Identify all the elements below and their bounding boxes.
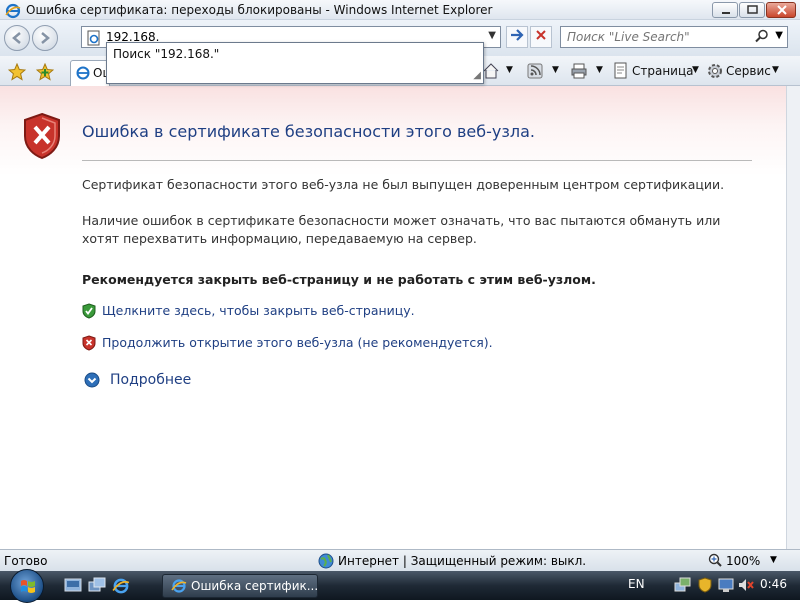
- maximize-button[interactable]: [739, 2, 765, 18]
- title-bar[interactable]: Ошибка сертификата: переходы блокированы…: [0, 0, 800, 20]
- more-information-toggle[interactable]: Подробнее: [84, 372, 191, 392]
- error-title: Ошибка в сертификате безопасности этого …: [82, 122, 535, 141]
- ie-quicklaunch-icon[interactable]: [112, 577, 130, 598]
- stop-button[interactable]: [530, 26, 552, 48]
- close-page-link-label[interactable]: Щелкните здесь, чтобы закрыть веб-страни…: [102, 303, 415, 318]
- page-menu-button[interactable]: Страница ▼: [612, 62, 702, 80]
- red-shield-icon: [82, 335, 96, 351]
- tab-page-icon: [75, 65, 91, 84]
- back-button[interactable]: [4, 25, 30, 51]
- resize-grip-icon[interactable]: ◢: [473, 70, 481, 81]
- error-explanation: Наличие ошибок в сертификате безопасност…: [82, 213, 721, 246]
- windows-logo-icon: [21, 580, 35, 593]
- error-shield-icon: [22, 112, 62, 163]
- autocomplete-item[interactable]: Поиск "192.168.": [113, 47, 219, 61]
- zoom-control[interactable]: 100% ▼: [708, 553, 777, 570]
- continue-site-link-label[interactable]: Продолжить открытие этого веб-узла (не р…: [102, 335, 493, 350]
- expand-chevron-icon: [84, 372, 100, 388]
- status-text: Готово: [4, 554, 48, 568]
- print-button[interactable]: ▼: [570, 62, 608, 80]
- home-button[interactable]: ▼: [482, 62, 518, 80]
- zoom-icon: [708, 553, 722, 567]
- favorites-star-icon[interactable]: [7, 62, 27, 84]
- error-description: Сертификат безопасности этого веб-узла н…: [82, 177, 725, 192]
- page-content: Ошибка в сертификате безопасности этого …: [0, 86, 786, 549]
- security-tray-icon[interactable]: [697, 577, 713, 596]
- network-tray-icon[interactable]: [674, 577, 692, 596]
- page-menu-icon: [614, 62, 627, 79]
- security-zone-label: Интернет | Защищенный режим: выкл.: [338, 554, 587, 568]
- divider: [82, 160, 752, 161]
- tools-menu-button[interactable]: Сервис ▼: [706, 62, 790, 80]
- search-input[interactable]: [565, 29, 755, 45]
- show-desktop-icon[interactable]: [64, 577, 82, 596]
- search-icon[interactable]: [755, 29, 769, 46]
- continue-site-link[interactable]: Продолжить открытие этого веб-узла (не р…: [82, 335, 493, 354]
- green-shield-icon: [82, 303, 96, 319]
- close-window-button[interactable]: [766, 2, 796, 18]
- search-box[interactable]: ▼: [560, 26, 788, 48]
- switch-windows-icon[interactable]: [88, 577, 106, 596]
- taskbar-window-label: Ошибка сертифик...: [191, 579, 319, 593]
- start-button[interactable]: [10, 569, 44, 603]
- search-dropdown-icon[interactable]: ▼: [775, 30, 783, 41]
- tab-current[interactable]: Ошибка сертификата: переходы блокированы: [70, 60, 110, 86]
- clock[interactable]: 0:46: [760, 577, 787, 591]
- close-page-link[interactable]: Щелкните здесь, чтобы закрыть веб-страни…: [82, 303, 415, 322]
- autocomplete-dropdown: Поиск "192.168." ◢: [106, 42, 484, 84]
- security-zone[interactable]: Интернет | Защищенный режим: выкл.: [318, 553, 586, 572]
- globe-icon: [318, 553, 334, 569]
- forward-button[interactable]: [32, 25, 58, 51]
- page-menu-label: Страница: [632, 64, 694, 78]
- zoom-dropdown-icon[interactable]: ▼: [770, 555, 777, 565]
- recommendation-text: Рекомендуется закрыть веб-страницу и не …: [82, 272, 596, 287]
- page-icon: [86, 30, 102, 49]
- volume-muted-icon[interactable]: [737, 577, 755, 596]
- go-button[interactable]: [506, 26, 528, 48]
- status-bar: Готово Интернет | Защищенный режим: выкл…: [0, 549, 800, 571]
- tools-menu-label: Сервис: [726, 64, 771, 78]
- taskbar: Ошибка сертифик... EN 0:46: [0, 569, 800, 603]
- taskbar-ie-icon: [171, 578, 187, 597]
- feeds-button[interactable]: ▼: [526, 62, 566, 80]
- minimize-button[interactable]: [712, 2, 738, 18]
- display-tray-icon[interactable]: [718, 577, 734, 596]
- gear-icon: [708, 64, 722, 78]
- address-dropdown-icon[interactable]: ▼: [488, 30, 496, 41]
- window-title: Ошибка сертификата: переходы блокированы…: [26, 3, 493, 17]
- more-information-label[interactable]: Подробнее: [110, 372, 191, 388]
- add-favorites-icon[interactable]: [35, 62, 55, 84]
- language-indicator[interactable]: EN: [628, 577, 645, 591]
- taskbar-window-button[interactable]: Ошибка сертифик...: [162, 574, 318, 598]
- zoom-level: 100%: [726, 554, 761, 568]
- vertical-scrollbar[interactable]: [786, 86, 800, 549]
